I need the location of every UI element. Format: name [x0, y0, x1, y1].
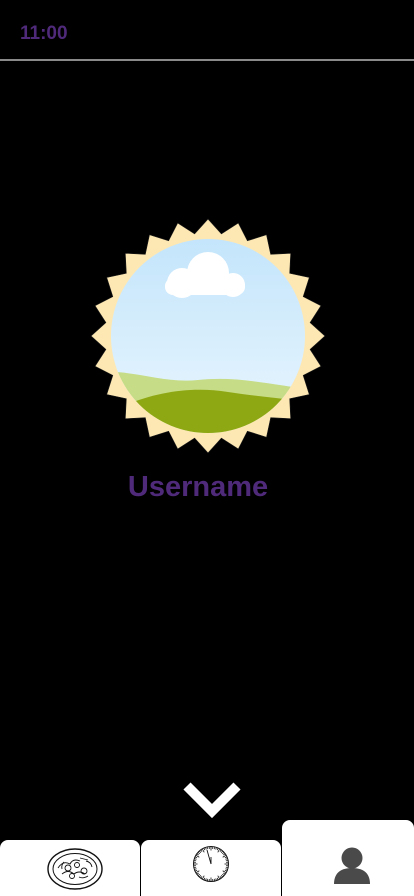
status-divider: [0, 59, 414, 61]
status-bar: 11:00: [0, 0, 414, 61]
clock-icon: [193, 846, 229, 882]
profile-avatar[interactable]: [88, 216, 328, 456]
food-plate-icon: [47, 848, 103, 890]
person-icon: [334, 847, 370, 884]
avatar-image-icon: [90, 218, 326, 454]
tab-profile[interactable]: [282, 820, 414, 896]
username-label: Username: [127, 471, 269, 503]
chevron-down-icon[interactable]: [181, 778, 243, 822]
tab-food[interactable]: [0, 840, 140, 896]
status-time: 11:00: [20, 23, 68, 44]
tab-clock[interactable]: [141, 840, 281, 896]
